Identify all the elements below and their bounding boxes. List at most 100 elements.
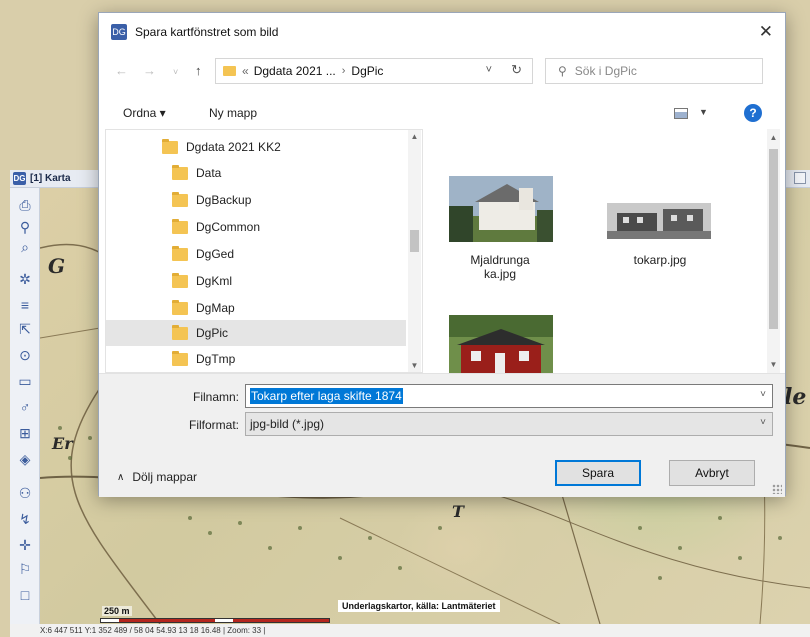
folder-icon (172, 245, 188, 261)
search-input[interactable]: ⚲ Sök i DgPic (545, 58, 763, 84)
route-icon[interactable]: ↯ (16, 510, 34, 528)
folder-icon (172, 272, 188, 288)
breadcrumb-item[interactable]: Dgdata 2021 ... (254, 64, 336, 78)
filename-value: Tokarp efter laga skifte 1874 (250, 388, 403, 404)
folder-icon (172, 191, 188, 207)
file-thumbnail[interactable] (449, 315, 553, 373)
map-label: Er (52, 434, 73, 453)
scroll-down-icon[interactable]: ▼ (409, 361, 420, 370)
refresh-icon[interactable]: ↻ (511, 62, 522, 78)
folder-icon (172, 299, 188, 315)
file-thumbnail[interactable] (607, 203, 711, 239)
file-label[interactable]: tokarp.jpg (605, 253, 715, 267)
tree-item[interactable]: Dgdata 2021 KK2 (106, 134, 408, 160)
chevron-down-icon[interactable]: ˅ (760, 389, 766, 400)
file-label[interactable]: Mjaldrunga ka.jpg (445, 253, 555, 281)
format-value: jpg-bild (*.jpg) (250, 417, 325, 431)
dialog-app-icon: DG (111, 24, 127, 40)
file-name-line: Mjaldrunga (470, 253, 530, 267)
files-scrollbar[interactable]: ▲ ▼ (767, 129, 780, 373)
tree-item[interactable]: DgBackup (106, 187, 408, 213)
navigation-bar: ← → ˅ ↑ « Dgdata 2021 ... › DgPic ˅ ↻ ⚲ … (99, 53, 785, 89)
scroll-thumb[interactable] (410, 230, 419, 252)
scale-label: 250 m (102, 606, 132, 616)
layers-tree-icon[interactable]: ⊞ (16, 424, 34, 442)
tree-item-label: DgGed (196, 247, 235, 261)
scroll-down-icon[interactable]: ▼ (768, 360, 779, 369)
status-bar: X:6 447 511 Y:1 352 489 / 58 04 54.93 13… (10, 624, 810, 637)
close-icon[interactable]: ✕ (759, 22, 773, 42)
breadcrumb-separator: › (341, 65, 346, 77)
map-label: G (48, 254, 66, 278)
search-placeholder: Sök i DgPic (574, 64, 637, 78)
command-bar: Ordna ▾ Ny mapp ▼ ? (99, 99, 785, 129)
chevron-up-icon: ∧ (117, 471, 125, 483)
folder-icon (172, 218, 188, 234)
find-person-icon[interactable]: ⚲ (16, 218, 34, 236)
tree-scrollbar[interactable]: ▲ ▼ (408, 130, 421, 372)
pin-icon[interactable]: ♂ (16, 398, 34, 416)
tree-item[interactable]: DgGed (106, 241, 408, 267)
view-options-icon[interactable] (674, 108, 688, 119)
frame-icon[interactable]: □ (16, 586, 34, 604)
tree-item-label: Dgdata 2021 KK2 (186, 140, 281, 154)
church-photo (449, 176, 553, 242)
tree-item[interactable]: DgKml (106, 268, 408, 294)
map-window-title: [1] Karta (30, 173, 71, 184)
file-name-line: ka.jpg (483, 267, 517, 281)
tree-item-label: DgPic (196, 326, 229, 340)
tree-item[interactable]: DgMap (106, 295, 408, 321)
recent-locations-icon[interactable]: ˅ (173, 67, 178, 77)
breadcrumb-overflow[interactable]: « (242, 64, 249, 78)
cancel-button[interactable]: Avbryt (669, 460, 755, 486)
file-list: Mjaldrunga ka.jpg tokarp.jpg ▲ ▼ (425, 129, 781, 373)
scroll-thumb[interactable] (769, 149, 778, 329)
settings-icon[interactable]: ✲ (16, 270, 34, 288)
tree-item-selected[interactable]: DgPic (106, 320, 406, 346)
maximize-icon[interactable] (794, 172, 806, 184)
marker-icon[interactable]: ⚐ (16, 560, 34, 578)
file-thumbnail[interactable] (449, 176, 553, 242)
tree-item-label: DgTmp (196, 352, 236, 366)
new-folder-button[interactable]: Ny mapp (209, 106, 257, 120)
crosshair-icon[interactable]: ✛ (16, 536, 34, 554)
tree-item-label: DgCommon (196, 220, 261, 234)
address-bar[interactable]: « Dgdata 2021 ... › DgPic ˅ ↻ (215, 58, 533, 84)
save-button[interactable]: Spara (555, 460, 641, 486)
forward-icon[interactable]: → (143, 63, 156, 78)
back-icon[interactable]: ← (115, 63, 128, 78)
menu-icon[interactable]: ≡ (16, 296, 34, 314)
dialog-footer: Filnamn: Tokarp efter laga skifte 1874 ˅… (99, 373, 785, 497)
tree-item[interactable]: DgCommon (106, 214, 408, 240)
search-icon[interactable]: ⌕ (16, 238, 34, 256)
folder-icon (172, 164, 188, 180)
app-logo-icon: DG (13, 172, 26, 185)
filename-field[interactable]: Tokarp efter laga skifte 1874 ˅ (245, 384, 773, 408)
organize-button[interactable]: Ordna ▾ (123, 106, 166, 120)
ruler-icon[interactable]: ▭ (16, 372, 34, 390)
printer-icon[interactable]: ⎙ (16, 196, 34, 214)
tree-item[interactable]: Data (106, 160, 408, 186)
chevron-down-icon[interactable]: ˅ (486, 64, 492, 76)
dialog-title: Spara kartfönstret som bild (135, 25, 279, 39)
zoom-icon[interactable]: ⊙ (16, 346, 34, 364)
person-icon[interactable]: ⚇ (16, 484, 34, 502)
folder-tree: Dgdata 2021 KK2 Data DgBackup DgCommon D… (105, 129, 423, 373)
layers-icon[interactable]: ◈ (16, 450, 34, 468)
up-folder-icon[interactable]: ↑ (195, 63, 202, 78)
scale-bar (100, 618, 330, 623)
help-icon[interactable]: ? (744, 104, 762, 122)
format-select[interactable]: jpg-bild (*.jpg) ˅ (245, 412, 773, 436)
search-icon: ⚲ (558, 64, 567, 78)
dialog-titlebar: DG Spara kartfönstret som bild ✕ (99, 13, 785, 51)
format-label: Filformat: (188, 418, 239, 432)
hide-folders-toggle[interactable]: ∧ Dölj mappar (117, 470, 197, 484)
resize-grip[interactable] (772, 484, 782, 494)
chevron-down-icon[interactable]: ▼ (699, 107, 708, 117)
scroll-up-icon[interactable]: ▲ (409, 132, 420, 141)
pointer-icon[interactable]: ⇱ (16, 320, 34, 338)
chevron-down-icon[interactable]: ˅ (760, 417, 766, 428)
tree-item[interactable]: DgTmp (106, 346, 408, 372)
scroll-up-icon[interactable]: ▲ (768, 133, 779, 142)
breadcrumb-item[interactable]: DgPic (351, 64, 383, 78)
